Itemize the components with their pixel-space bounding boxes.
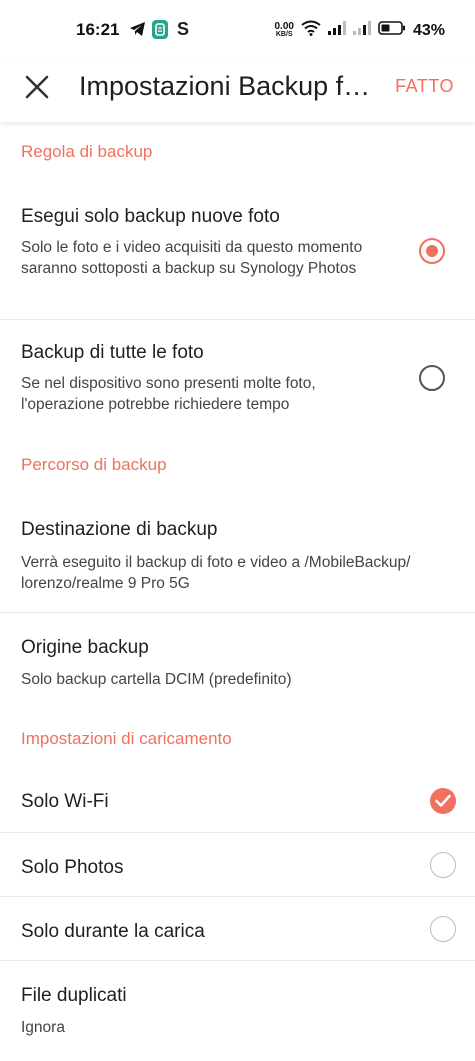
option-new-photos-only[interactable]: Esegui solo backup nuove foto Solo le fo… [0,184,475,319]
app-notification-icon [152,20,168,44]
checkmark-icon [435,794,451,813]
backup-source-row[interactable]: Origine backup Solo backup cartella DCIM… [0,613,475,707]
status-right-group: 0.00 KB/S 43% [274,20,445,41]
page-title: Impostazioni Backup foto [79,71,371,101]
option-description: Solo le foto e i video acquisiti da ques… [21,239,363,277]
option-title: Backup di tutte le foto [21,342,204,363]
wifi-only-label: Solo Wi-Fi [21,791,109,812]
source-description: Solo backup cartella DCIM (predefinito) [21,671,292,688]
source-title: Origine backup [21,637,149,658]
charging-only-checkbox[interactable] [430,916,456,942]
option-description: Se nel dispositivo sono presenti molte f… [21,375,316,413]
option-all-photos[interactable]: Backup di tutte le foto Se nel dispositi… [0,320,475,424]
destination-description: Verrà eseguito il backup di foto e video… [21,554,411,592]
wifi-only-checkbox[interactable] [430,788,456,814]
wifi-icon [301,20,321,41]
status-time: 16:21 [76,20,120,39]
network-speed: 0.00 KB/S [274,20,294,38]
photos-only-label: Solo Photos [21,857,124,878]
charging-only-label: Solo durante la carica [21,921,205,942]
destination-title: Destinazione di backup [21,519,218,540]
battery-percent: 43% [412,21,445,39]
duplicate-files-row[interactable]: File duplicati Ignora [0,961,475,1061]
done-button[interactable]: FATTO [395,76,454,97]
option-title: Esegui solo backup nuove foto [21,206,280,227]
section-header-upload-settings: Impostazioni di caricamento [21,729,232,748]
backup-destination-row[interactable]: Destinazione di backup Verrà eseguito il… [0,497,475,612]
radio-all-photos[interactable] [419,365,445,391]
signal-2-icon [352,21,371,40]
status-bar: 16:21 S 0.00 KB/S 43% [0,0,475,62]
battery-icon [378,21,406,40]
top-app-bar: Impostazioni Backup foto FATTO [0,62,475,122]
close-button[interactable] [20,72,54,106]
close-icon [24,74,50,105]
charging-only-row[interactable]: Solo durante la carica [0,897,475,960]
wifi-only-row[interactable]: Solo Wi-Fi [0,769,475,832]
section-header-backup-rule: Regola di backup [21,142,153,161]
radio-new-photos-only[interactable] [419,238,445,264]
section-header-backup-path: Percorso di backup [21,455,167,474]
s-app-icon: S [177,19,190,39]
photos-only-row[interactable]: Solo Photos [0,833,475,896]
duplicates-value: Ignora [21,1019,65,1036]
signal-icon [327,21,346,40]
telegram-icon [129,20,147,43]
duplicates-title: File duplicati [21,985,127,1006]
photos-only-checkbox[interactable] [430,852,456,878]
